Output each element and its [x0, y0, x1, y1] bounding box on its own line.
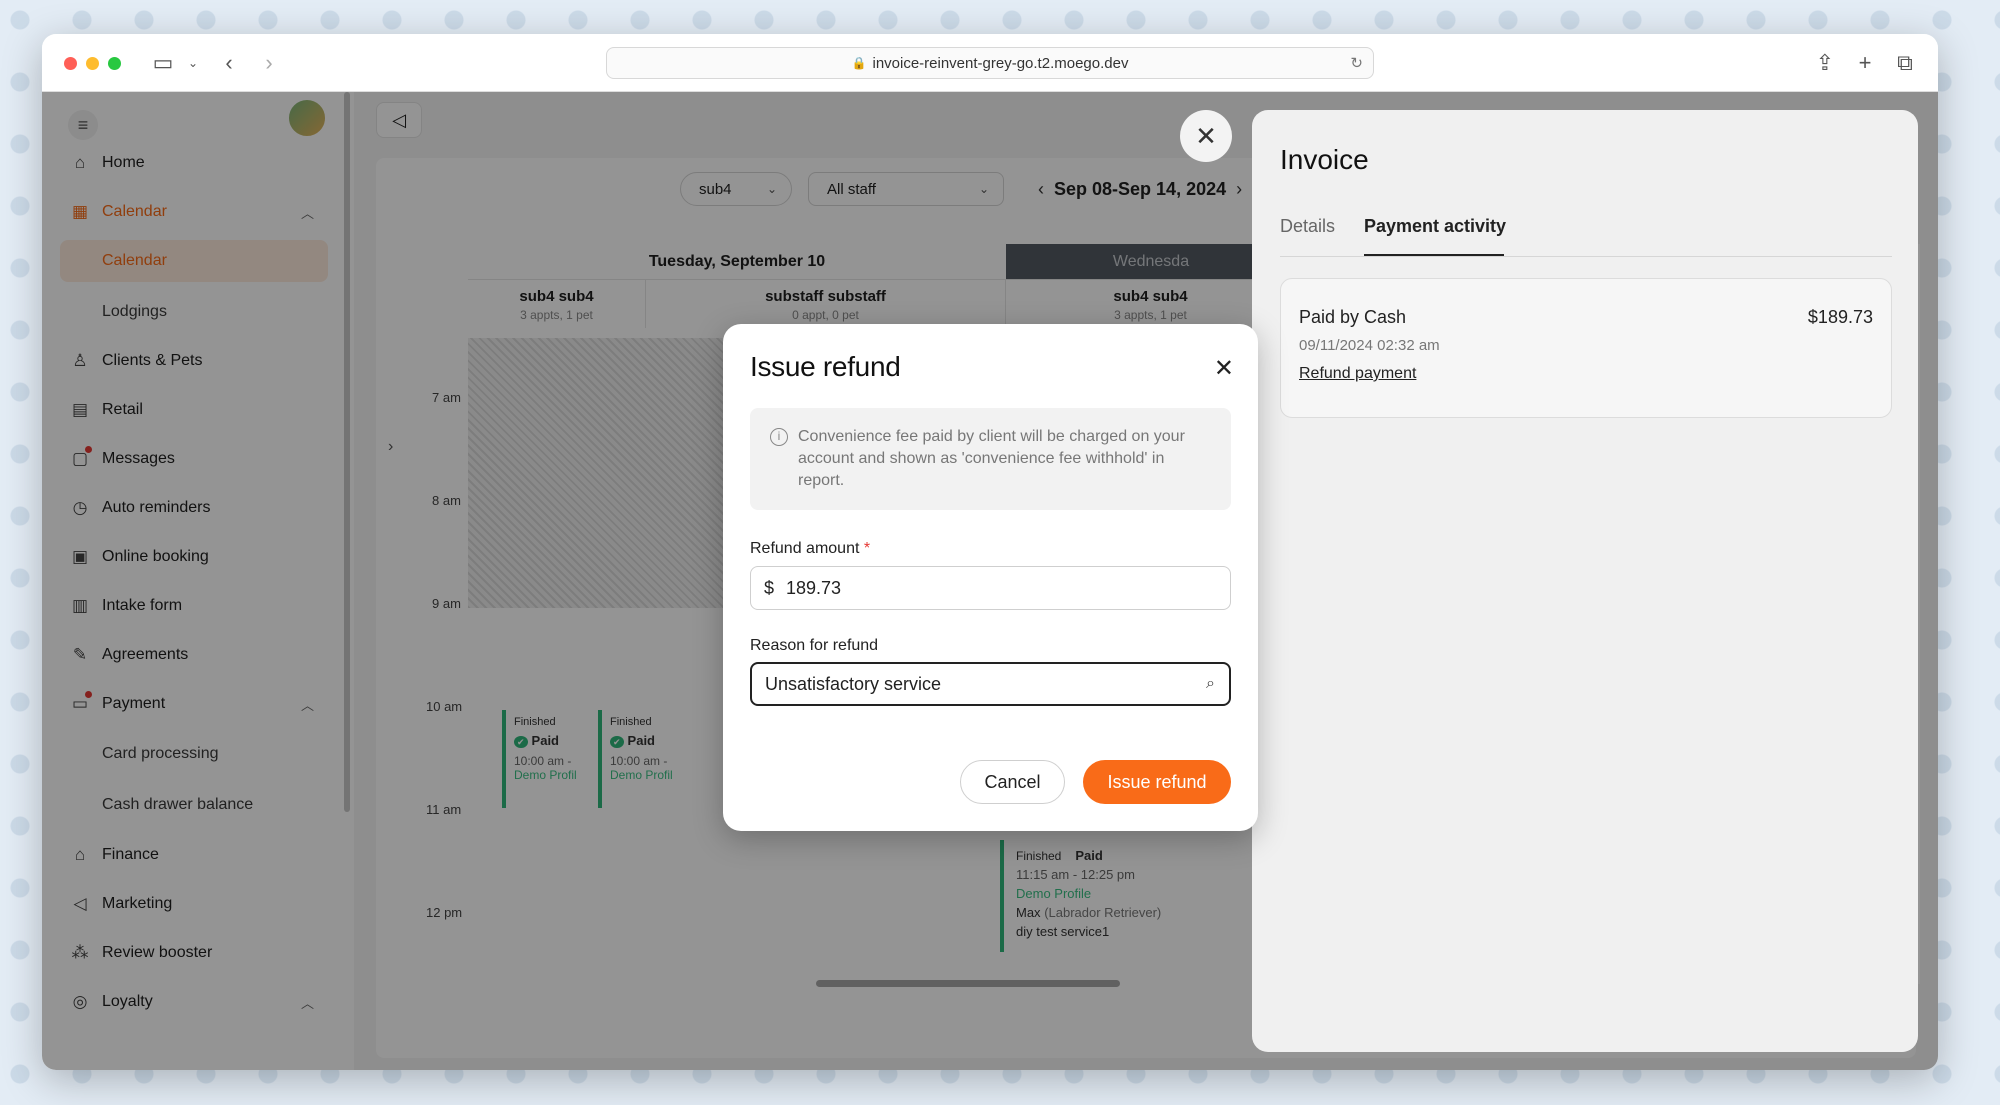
- tab-payment-activity[interactable]: Payment activity: [1364, 216, 1506, 237]
- sidebar-toggle-icon[interactable]: ▭: [148, 48, 178, 78]
- tab-overview-icon[interactable]: ⧉: [1890, 48, 1920, 78]
- close-icon[interactable]: ✕: [1214, 354, 1234, 383]
- modal-title: Issue refund: [750, 351, 901, 382]
- payment-record: Paid by Cash $189.73 09/11/2024 02:32 am…: [1280, 278, 1892, 418]
- url-text: invoice-reinvent-grey-go.t2.moego.dev: [872, 54, 1129, 72]
- refund-reason-input[interactable]: Unsatisfactory service ⌕: [750, 662, 1231, 706]
- cancel-button[interactable]: Cancel: [960, 760, 1065, 804]
- refund-amount-label: Refund amount *: [750, 540, 871, 557]
- share-icon[interactable]: ⇪: [1810, 48, 1840, 78]
- reload-icon[interactable]: ↻: [1350, 54, 1363, 72]
- browser-toolbar: ▭ ⌄ ‹ › 🔒 invoice-reinvent-grey-go.t2.mo…: [42, 34, 1938, 92]
- payment-amount: $189.73: [1807, 307, 1873, 327]
- refund-payment-link[interactable]: Refund payment: [1299, 365, 1416, 383]
- address-bar[interactable]: 🔒 invoice-reinvent-grey-go.t2.moego.dev …: [606, 47, 1374, 79]
- chevron-down-icon[interactable]: ⌄: [178, 48, 208, 78]
- tab-details[interactable]: Details: [1280, 216, 1335, 237]
- payment-datetime: 09/11/2024 02:32 am: [1299, 337, 1440, 354]
- close-window-button[interactable]: [64, 57, 77, 70]
- browser-window: ▭ ⌄ ‹ › 🔒 invoice-reinvent-grey-go.t2.mo…: [42, 34, 1938, 1070]
- search-icon: ⌕: [1206, 675, 1215, 692]
- info-icon: i: [770, 428, 788, 446]
- forward-icon[interactable]: ›: [254, 48, 284, 78]
- info-banner: i Convenience fee paid by client will be…: [750, 408, 1231, 510]
- active-tab-indicator: [1364, 254, 1504, 256]
- tab-divider: [1280, 256, 1892, 257]
- zoom-window-button[interactable]: [108, 57, 121, 70]
- drawer-title: Invoice: [1280, 144, 1369, 175]
- lock-icon: 🔒: [851, 56, 867, 70]
- close-drawer-button[interactable]: ✕: [1180, 110, 1232, 162]
- new-tab-icon[interactable]: +: [1850, 48, 1880, 78]
- issue-refund-modal: Issue refund ✕ i Convenience fee paid by…: [723, 324, 1258, 831]
- payment-method: Paid by Cash: [1299, 307, 1407, 327]
- minimize-window-button[interactable]: [86, 57, 99, 70]
- back-icon[interactable]: ‹: [214, 48, 244, 78]
- issue-refund-button[interactable]: Issue refund: [1083, 760, 1231, 804]
- refund-reason-label: Reason for refund: [750, 637, 879, 654]
- refund-amount-input[interactable]: $ 189.73: [750, 566, 1231, 610]
- invoice-drawer: Invoice Details Payment activity Paid by…: [1252, 110, 1918, 1052]
